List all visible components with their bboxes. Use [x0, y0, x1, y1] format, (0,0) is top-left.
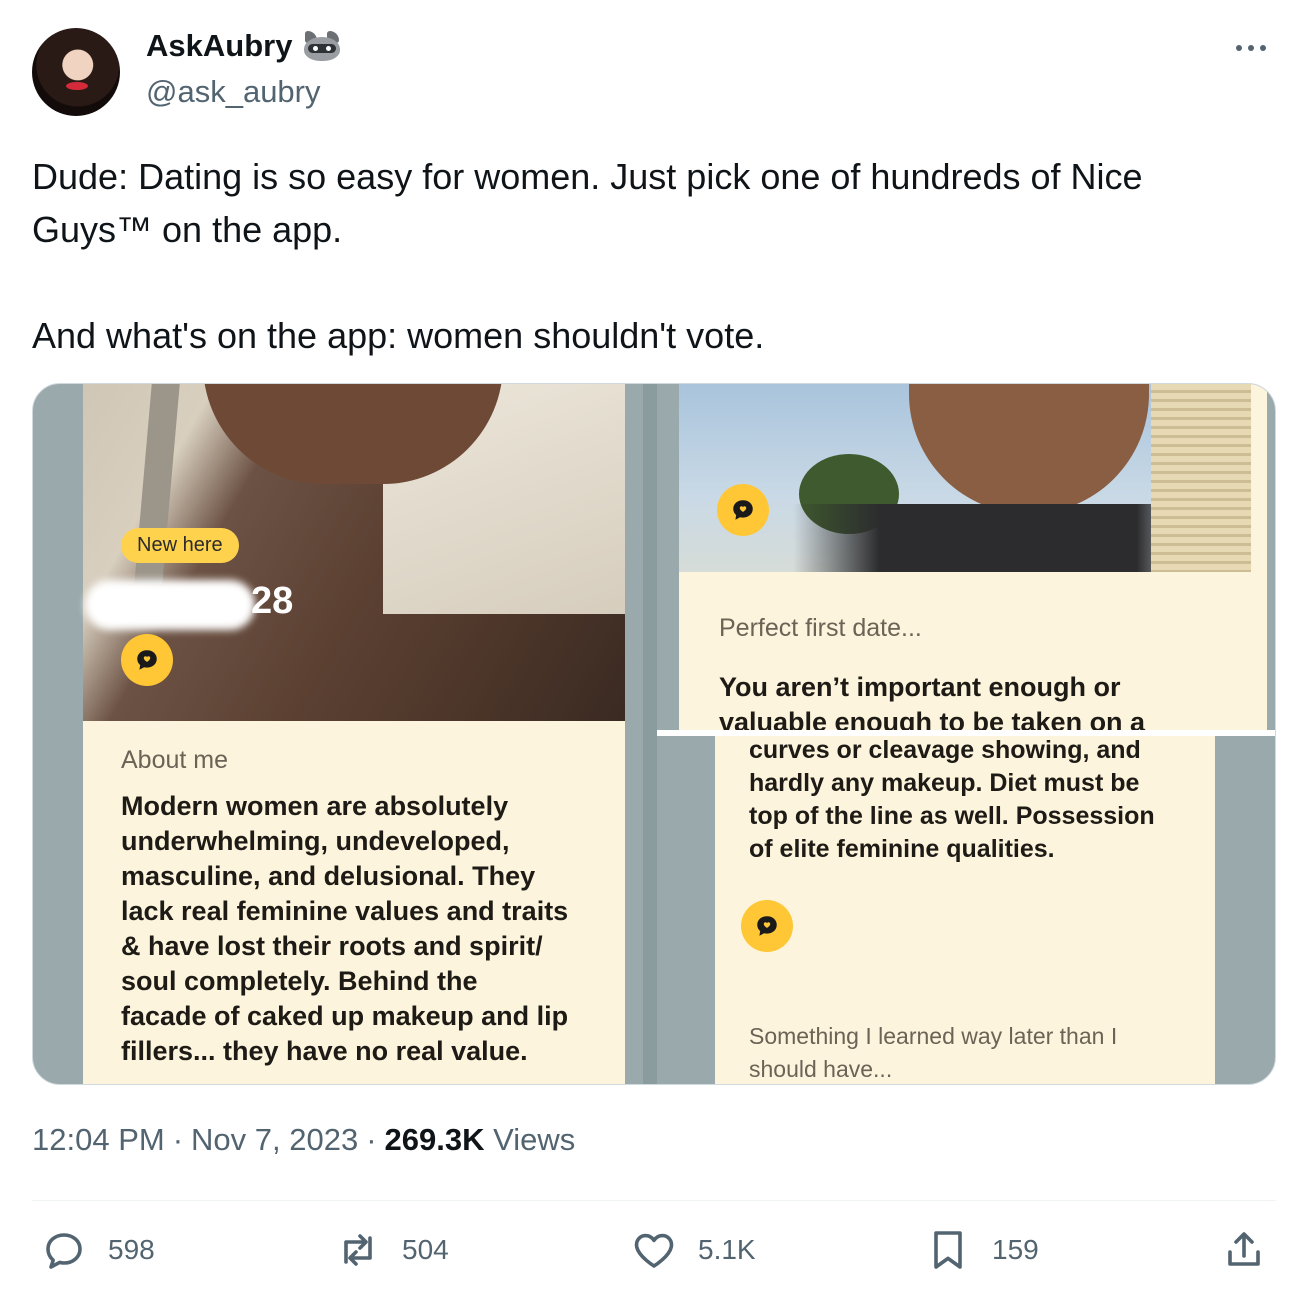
about-line: masculine, and delusional. They [121, 861, 536, 891]
raccoon-icon [302, 29, 342, 63]
tweet-meta: 12:04 PM · Nov 7, 2023 · 269.3K Views [32, 1122, 575, 1158]
reply-button[interactable]: 598 [40, 1226, 155, 1274]
about-line: Modern women are absolutely [121, 791, 509, 821]
views-label: Views [493, 1122, 576, 1157]
tweet-line: Dude: Dating is so easy for women. Just … [32, 156, 1143, 197]
profile-photo-right [679, 384, 1251, 572]
profile-age: 28 [251, 580, 294, 622]
views-count: 269.3K [384, 1122, 485, 1157]
tweet-line: Guys™ on the app. [32, 209, 343, 250]
repost-count: 504 [402, 1234, 449, 1265]
chat-bubble-icon [717, 484, 769, 536]
heart-icon [634, 1233, 674, 1268]
first-date-text: You aren’t important enough or valuable … [719, 670, 1239, 730]
requirements-text: curves or cleavage showing, and hardly a… [749, 734, 1199, 866]
chat-bubble-icon [741, 900, 793, 952]
requirements-line: of elite feminine qualities. [749, 835, 1055, 863]
about-line: lack real feminine values and traits [121, 896, 569, 926]
tweet-time[interactable]: 12:04 PM [32, 1122, 165, 1158]
first-date-line: You aren’t important enough or [719, 672, 1121, 702]
about-line: fillers... they have no real value. [121, 1036, 528, 1066]
about-me-text: Modern women are absolutely underwhelmin… [121, 789, 621, 1069]
new-here-badge: New here [121, 528, 239, 563]
bookmark-count: 159 [992, 1234, 1039, 1265]
tweet-date[interactable]: Nov 7, 2023 [191, 1122, 358, 1158]
about-line: facade of caked up makeup and lip [121, 1001, 569, 1031]
bookmark-icon [934, 1231, 962, 1269]
first-date-line: valuable enough to be taken on a [719, 707, 1146, 730]
meta-separator: · [172, 1122, 184, 1157]
bookmark-button[interactable]: 159 [924, 1226, 1039, 1274]
tweet-media[interactable]: New here 28 About me Modern women are ab… [32, 383, 1276, 1085]
tweet-line: And what's on the app: women shouldn't v… [32, 315, 765, 356]
meta-separator: · [366, 1122, 377, 1157]
author-display-name[interactable]: AskAubry [146, 28, 292, 64]
author-name-row[interactable]: AskAubry [146, 28, 342, 64]
requirements-line: curves or cleavage showing, and [749, 736, 1141, 764]
prompt-line: Something I learned way later than I [749, 1023, 1118, 1049]
about-me-label: About me [121, 746, 229, 774]
prompt-line: should have... [749, 1056, 893, 1082]
about-line: soul completely. Behind the [121, 966, 478, 996]
reply-count: 598 [108, 1234, 155, 1265]
repost-button[interactable]: 504 [334, 1226, 449, 1274]
about-line: underwhelming, undeveloped, [121, 826, 510, 856]
author-avatar[interactable] [32, 28, 120, 116]
panel-divider [643, 384, 657, 1084]
requirements-line: hardly any makeup. Diet must be [749, 769, 1140, 797]
reply-icon [46, 1233, 82, 1269]
share-button[interactable] [1220, 1226, 1268, 1274]
divider [32, 1200, 1276, 1201]
requirements-line: top of the line as well. Possession [749, 802, 1155, 830]
first-date-label: Perfect first date... [719, 614, 922, 642]
repost-icon [344, 1234, 372, 1266]
author-handle[interactable]: @ask_aubry [146, 74, 321, 110]
more-options-icon[interactable] [1236, 38, 1276, 58]
like-button[interactable]: 5.1K [630, 1226, 756, 1274]
about-line: & have lost their roots and spirit/ [121, 931, 543, 961]
tweet-text: Dude: Dating is so easy for women. Just … [32, 150, 1252, 362]
share-icon [1228, 1232, 1260, 1266]
like-count: 5.1K [698, 1234, 756, 1265]
prompt-label: Something I learned way later than I sho… [749, 1020, 1199, 1084]
action-bar: 598 504 5.1K 159 [40, 1226, 1276, 1286]
avatar-lips [66, 82, 88, 90]
chat-bubble-icon [121, 634, 173, 686]
redacted-name [85, 580, 255, 630]
